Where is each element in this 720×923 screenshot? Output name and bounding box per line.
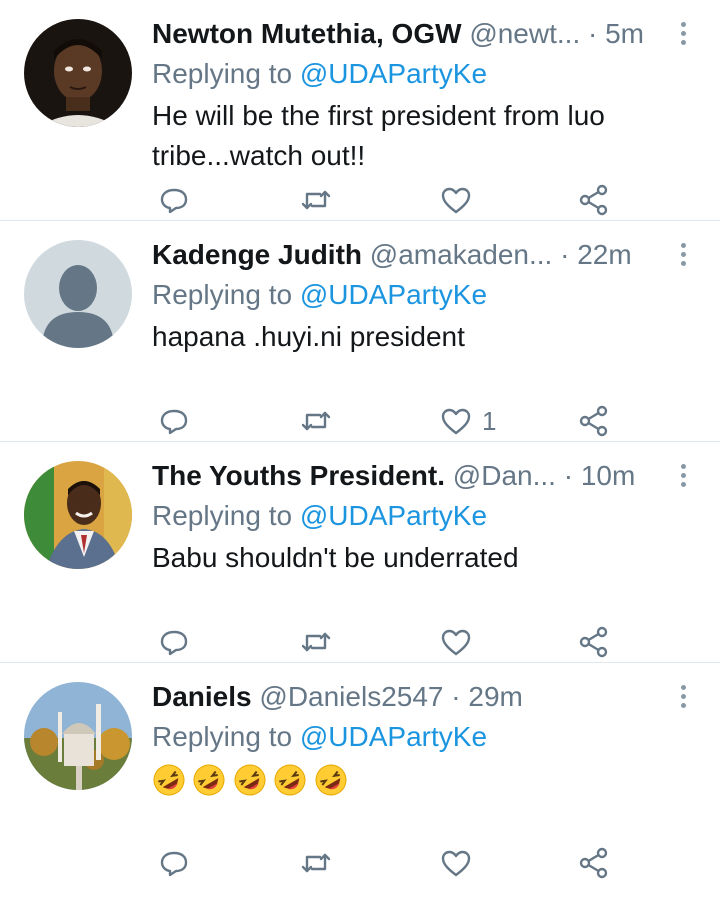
mention-link[interactable]: @UDAPartyKe: [300, 721, 487, 752]
timestamp[interactable]: · 22m: [560, 239, 632, 270]
user-handle[interactable]: @amakaden...: [370, 239, 553, 270]
retweet-button[interactable]: [298, 624, 334, 660]
reply-icon: [160, 409, 188, 435]
replying-to-label: Replying to: [152, 500, 293, 531]
replying-to: Replying to @UDAPartyKe: [152, 717, 700, 757]
share-icon: [579, 405, 608, 437]
avatar[interactable]: [24, 240, 132, 348]
reply-button[interactable]: [156, 845, 192, 881]
replying-to-label: Replying to: [152, 58, 293, 89]
more-options-icon[interactable]: [678, 22, 688, 50]
more-options-icon[interactable]: [678, 243, 688, 271]
tweet-text-line: He will be the first president from luo: [152, 100, 605, 131]
retweet-button[interactable]: [298, 182, 334, 218]
tweet-emojis: [152, 763, 700, 799]
like-icon: [441, 850, 471, 877]
display-name[interactable]: The Youths President.: [152, 460, 445, 491]
display-name[interactable]: Kadenge Judith: [152, 239, 362, 270]
tweet-reply[interactable]: Newton Mutethia, OGW @newt... · 5m Reply…: [0, 0, 720, 221]
retweet-icon: [301, 853, 331, 873]
retweet-icon: [301, 411, 331, 431]
display-name[interactable]: Daniels: [152, 681, 252, 712]
like-icon: [441, 629, 471, 656]
tweet-actions: [152, 182, 632, 218]
share-button[interactable]: [576, 845, 612, 881]
display-name[interactable]: Newton Mutethia, OGW: [152, 18, 462, 49]
timestamp[interactable]: · 10m: [564, 460, 636, 491]
replying-to-label: Replying to: [152, 279, 293, 310]
like-button[interactable]: [438, 845, 482, 881]
retweet-button[interactable]: [298, 403, 334, 439]
tweet-text: Babu shouldn't be underrated: [152, 538, 700, 578]
tweet-header: Daniels @Daniels2547 · 29m: [152, 677, 700, 717]
tweet-header: Kadenge Judith @amakaden... · 22m: [152, 235, 700, 275]
more-options-icon[interactable]: [678, 464, 688, 492]
tweet-reply[interactable]: Kadenge Judith @amakaden... · 22m Replyi…: [0, 221, 720, 442]
replying-to: Replying to @UDAPartyKe: [152, 54, 700, 94]
tweet-text: hapana .huyi.ni president: [152, 317, 700, 357]
tweet-text-line: hapana .huyi.ni president: [152, 321, 465, 352]
rolling-on-floor-laughing-emoji: [193, 764, 225, 796]
share-button[interactable]: [576, 403, 612, 439]
tweet-reply[interactable]: Daniels @Daniels2547 · 29m Replying to @…: [0, 663, 720, 884]
rolling-on-floor-laughing-emoji: [274, 764, 306, 796]
share-button[interactable]: [576, 182, 612, 218]
rolling-on-floor-laughing-emoji: [234, 764, 266, 796]
reply-icon: [160, 188, 188, 214]
user-handle[interactable]: @newt...: [469, 18, 580, 49]
mention-link[interactable]: @UDAPartyKe: [300, 500, 487, 531]
reply-button[interactable]: [156, 182, 192, 218]
share-icon: [579, 847, 608, 879]
share-button[interactable]: [576, 624, 612, 660]
mention-link[interactable]: @UDAPartyKe: [300, 279, 487, 310]
tweet-text: He will be the first president from luo …: [152, 96, 700, 176]
rolling-on-floor-laughing-emoji: [153, 764, 185, 796]
tweet-actions: [152, 624, 632, 660]
tweet-actions: 1: [152, 403, 632, 439]
tweet-header: The Youths President. @Dan... · 10m: [152, 456, 700, 496]
avatar[interactable]: [24, 682, 132, 790]
like-icon: [441, 187, 471, 214]
reply-icon: [160, 851, 188, 877]
tweet-text-line: tribe...watch out!!: [152, 140, 366, 171]
replying-to: Replying to @UDAPartyKe: [152, 275, 700, 315]
retweet-button[interactable]: [298, 845, 334, 881]
reply-button[interactable]: [156, 624, 192, 660]
replying-to-label: Replying to: [152, 721, 293, 752]
share-icon: [579, 184, 608, 216]
timestamp[interactable]: · 5m: [588, 18, 644, 49]
user-handle[interactable]: @Daniels2547: [259, 681, 443, 712]
replying-to: Replying to @UDAPartyKe: [152, 496, 700, 536]
timestamp[interactable]: · 29m: [451, 681, 523, 712]
like-icon: [441, 408, 471, 435]
retweet-icon: [301, 632, 331, 652]
mention-link[interactable]: @UDAPartyKe: [300, 58, 487, 89]
rolling-on-floor-laughing-emoji: [315, 764, 347, 796]
more-options-icon[interactable]: [678, 685, 688, 713]
reply-icon: [160, 630, 188, 656]
avatar[interactable]: [24, 461, 132, 569]
like-button[interactable]: [438, 182, 482, 218]
avatar[interactable]: [24, 19, 132, 127]
tweet-reply[interactable]: The Youths President. @Dan... · 10m Repl…: [0, 442, 720, 663]
reply-button[interactable]: [156, 403, 192, 439]
like-count: 1: [482, 405, 497, 436]
user-handle[interactable]: @Dan...: [453, 460, 556, 491]
tweet-text-line: Babu shouldn't be underrated: [152, 542, 519, 573]
tweet-header: Newton Mutethia, OGW @newt... · 5m: [152, 14, 700, 54]
like-button[interactable]: [438, 624, 482, 660]
share-icon: [579, 626, 608, 658]
tweet-actions: [152, 845, 632, 881]
retweet-icon: [301, 190, 331, 210]
like-button[interactable]: 1: [438, 403, 496, 439]
